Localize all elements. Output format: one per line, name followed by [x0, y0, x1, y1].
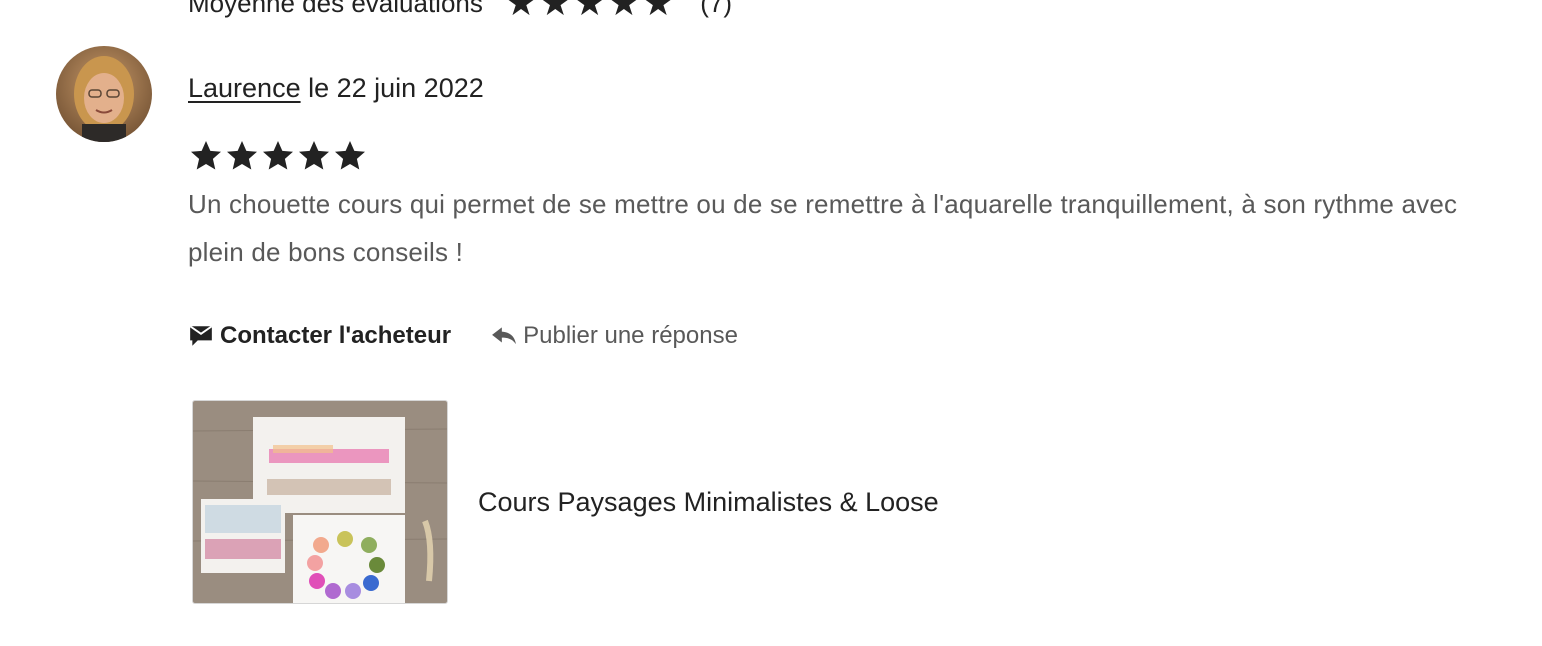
star-icon — [299, 141, 329, 170]
product-thumbnail[interactable] — [192, 400, 448, 604]
avatar-image — [56, 46, 152, 142]
star-icon: ★ — [607, 0, 640, 23]
reviewer-name-link[interactable]: Laurence — [188, 73, 301, 103]
rating-count: (7) — [700, 0, 733, 18]
star-icon: ★ — [642, 0, 675, 23]
review-actions: Contacter l'acheteur Publier une réponse — [188, 322, 738, 350]
star-icon — [227, 141, 257, 170]
star-icon — [335, 141, 365, 170]
star-icon: ★ — [573, 0, 606, 23]
contact-buyer-label: Contacter l'acheteur — [220, 322, 452, 349]
reviewed-product[interactable]: Cours Paysages Minimalistes & Loose — [192, 400, 939, 604]
average-rating-label: Moyenne des évaluations — [188, 0, 483, 18]
post-reply-button[interactable]: Publier une réponse — [491, 322, 738, 350]
average-rating-row: Moyenne des évaluations ★ ★ ★ ★ ★ (7) — [188, 0, 733, 21]
product-title-link[interactable]: Cours Paysages Minimalistes & Loose — [478, 487, 939, 518]
post-reply-label: Publier une réponse — [523, 322, 738, 349]
message-icon — [189, 325, 213, 346]
star-icon — [191, 141, 221, 170]
product-image — [193, 401, 447, 603]
avatar[interactable] — [56, 46, 152, 142]
contact-buyer-button[interactable]: Contacter l'acheteur — [188, 322, 451, 350]
review-header: Laurence le 22 juin 2022 — [188, 70, 484, 106]
review-stars — [188, 136, 368, 176]
star-icon: ★ — [539, 0, 572, 23]
review-date: le 22 juin 2022 — [300, 73, 484, 103]
reply-arrow-icon — [492, 327, 517, 345]
average-rating-stars: ★ ★ ★ ★ ★ — [505, 0, 674, 21]
star-icon: ★ — [504, 0, 538, 23]
star-icon — [263, 141, 293, 170]
review-text: Un chouette cours qui permet de se mettr… — [188, 189, 1458, 267]
